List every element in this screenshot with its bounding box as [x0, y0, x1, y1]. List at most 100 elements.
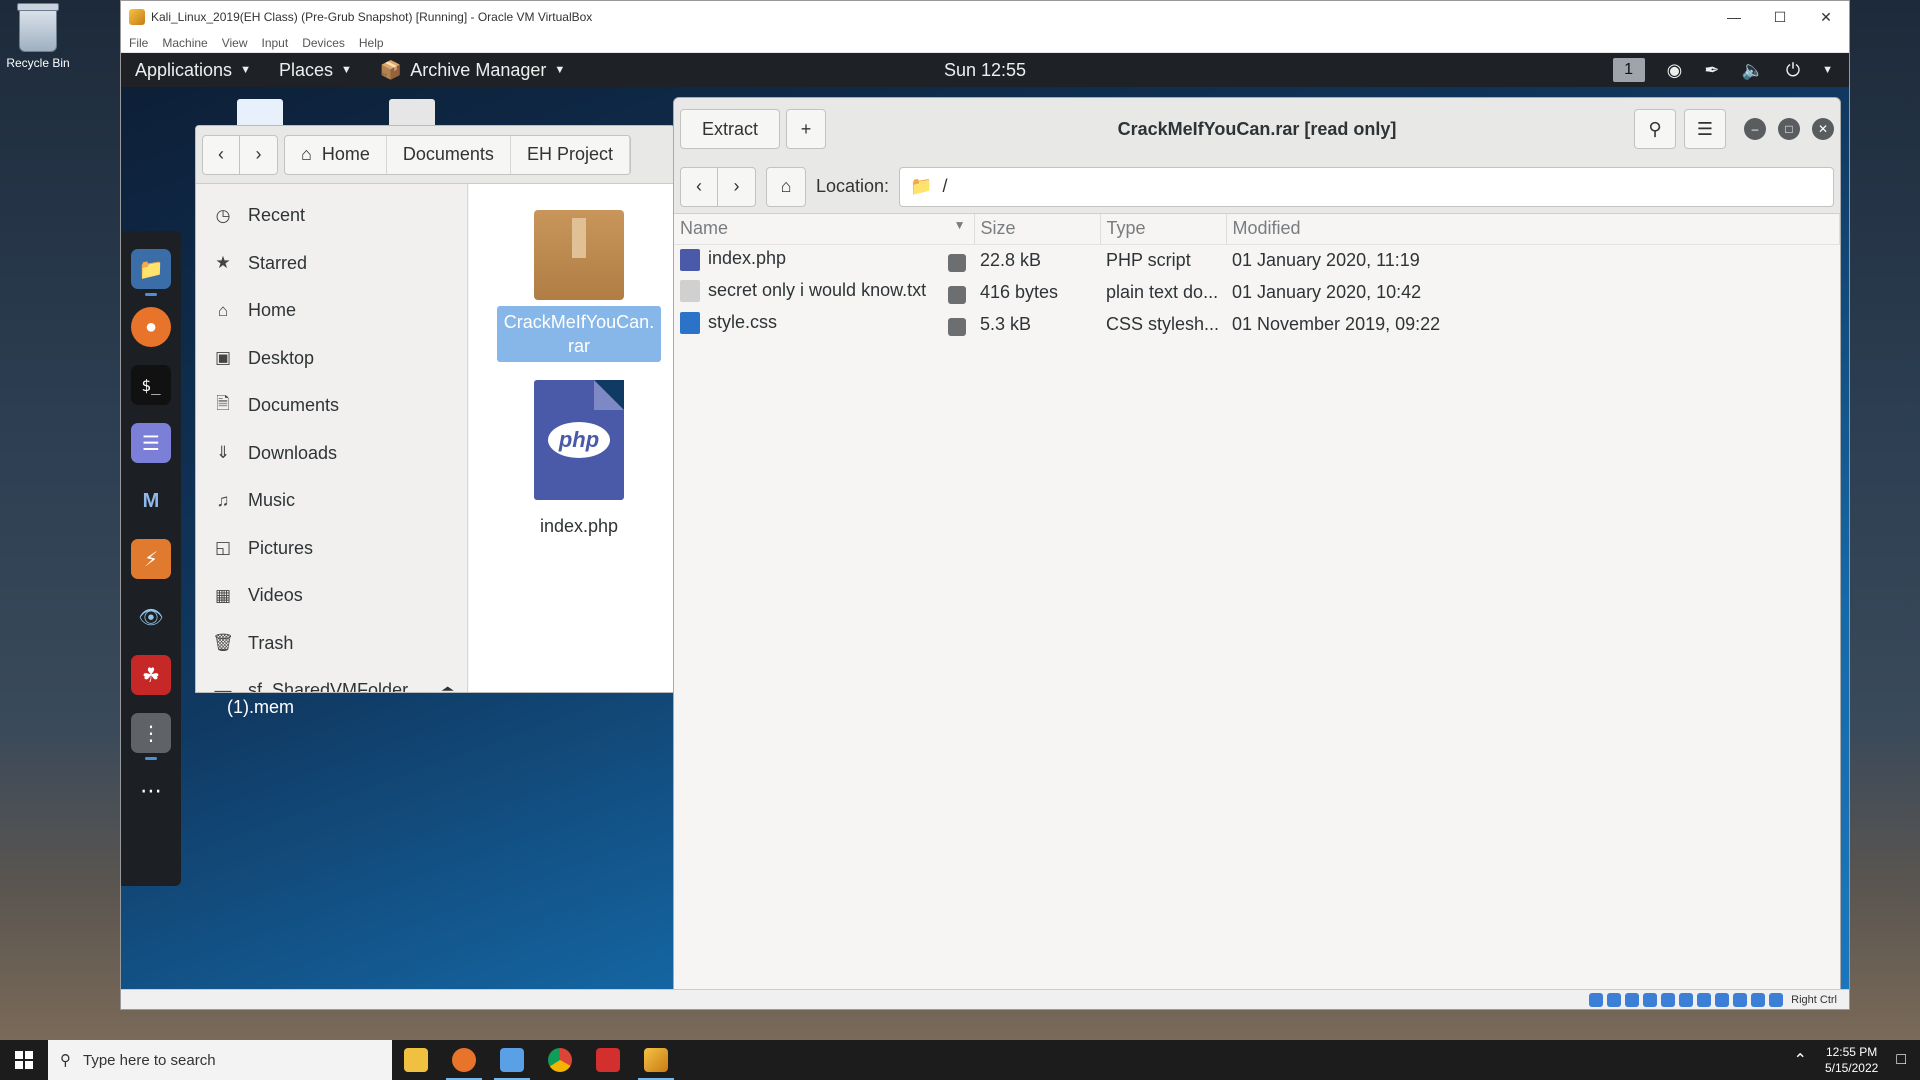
close-button[interactable]: ✕ — [1803, 1, 1849, 33]
sidebar-item-pictures[interactable]: ◱ Pictures — [196, 525, 467, 573]
recording-icon[interactable] — [1715, 992, 1730, 1007]
chevron-down-icon[interactable]: ▼ — [1822, 64, 1833, 76]
keyboard-icon[interactable] — [1769, 992, 1784, 1007]
network-icon[interactable] — [1643, 992, 1658, 1007]
people-icon[interactable]: ◉ — [1667, 60, 1683, 81]
menu-devices[interactable]: Devices — [302, 36, 345, 50]
sidebar-item-music[interactable]: ♫ Music — [196, 477, 467, 525]
forward-button[interactable]: › — [718, 166, 756, 207]
archive-manager-menu[interactable]: 📦 Archive Manager ▼ — [366, 60, 579, 81]
sidebar-item-label: Videos — [248, 585, 303, 606]
power-icon[interactable]: ⏻ — [1786, 60, 1800, 81]
breadcrumb-home[interactable]: ⌂ Home — [285, 135, 387, 174]
minimize-button[interactable]: – — [1744, 118, 1766, 140]
extract-button[interactable]: Extract — [680, 109, 780, 149]
desktop-mem-file-label[interactable]: (1).mem — [227, 697, 294, 718]
workspace-indicator[interactable]: 1 — [1612, 58, 1645, 82]
column-type[interactable]: Type — [1100, 214, 1227, 245]
maximize-button[interactable]: □ — [1778, 118, 1800, 140]
header-actions: ⚲ ☰ – □ ✕ — [1634, 109, 1834, 149]
gnome-clock[interactable]: Sun 12:55 — [944, 60, 1026, 81]
firefox-icon[interactable]: ● — [131, 307, 171, 347]
audio-icon[interactable] — [1625, 992, 1640, 1007]
table-row[interactable]: index.php 22.8 kB PHP script 01 January … — [674, 244, 1840, 276]
breadcrumb-label: Home — [321, 144, 370, 164]
sidebar-item-desktop[interactable]: ▣ Desktop — [196, 335, 467, 383]
forward-button[interactable]: › — [240, 134, 278, 175]
eye-icon[interactable]: 👁 — [131, 597, 171, 637]
sidebar-item-home[interactable]: ⌂ Home — [196, 287, 467, 335]
text-editor-icon[interactable]: ☰ — [131, 423, 171, 463]
menu-file[interactable]: File — [129, 36, 148, 50]
menu-machine[interactable]: Machine — [162, 36, 207, 50]
search-button[interactable]: ⚲ — [1634, 109, 1676, 149]
menu-view[interactable]: View — [222, 36, 248, 50]
brush-icon[interactable]: ✒ — [1704, 60, 1719, 81]
file-explorer-taskbar-button[interactable] — [392, 1040, 440, 1080]
sidebar-item-videos[interactable]: ▦ Videos — [196, 572, 467, 620]
sidebar-item-recent[interactable]: ◷ Recent — [196, 192, 467, 240]
sidebar-item-documents[interactable]: 🗎 Documents — [196, 382, 467, 430]
menu-help[interactable]: Help — [359, 36, 384, 50]
virtualbox-taskbar-button[interactable] — [632, 1040, 680, 1080]
metasploit-icon[interactable]: M — [131, 481, 171, 521]
file-label: CrackMeIfYouCan. rar — [497, 306, 661, 362]
back-button[interactable]: ‹ — [202, 134, 240, 175]
chevron-up-icon[interactable]: ⌃ — [1794, 1050, 1807, 1070]
column-modified[interactable]: Modified — [1226, 214, 1840, 245]
cpu-icon[interactable] — [1733, 992, 1748, 1007]
terminal-icon[interactable]: $_ — [131, 365, 171, 405]
column-name[interactable]: Name ▼ — [674, 214, 975, 245]
file-crackme-rar[interactable]: CrackMeIfYouCan. rar — [497, 210, 661, 362]
back-button[interactable]: ‹ — [680, 166, 718, 207]
eject-icon[interactable]: ⏏ — [440, 681, 455, 692]
shared-folder-icon[interactable] — [1679, 992, 1694, 1007]
add-files-button[interactable]: + — [786, 109, 826, 149]
taskbar-search[interactable]: ⚲ Type here to search — [48, 1040, 392, 1080]
column-size[interactable]: Size — [974, 214, 1101, 245]
hdd-icon[interactable] — [1589, 992, 1604, 1007]
usb-icon[interactable] — [1661, 992, 1676, 1007]
recycle-bin[interactable]: Recycle Bin — [4, 3, 72, 70]
table-row[interactable]: style.css 5.3 kB CSS stylesh... 01 Novem… — [674, 308, 1840, 340]
volume-icon[interactable]: 🔈 — [1741, 60, 1763, 81]
places-menu[interactable]: Places ▼ — [265, 60, 366, 81]
cherrytree-icon[interactable]: ☘ — [131, 655, 171, 695]
close-button[interactable]: ✕ — [1812, 118, 1834, 140]
breadcrumb-documents[interactable]: Documents — [387, 135, 511, 174]
menu-input[interactable]: Input — [262, 36, 289, 50]
menu-button[interactable]: ☰ — [1684, 109, 1726, 149]
location-field[interactable]: 📁 / — [899, 166, 1834, 207]
row-type: CSS stylesh... — [1106, 313, 1220, 334]
pictures-icon: ◱ — [214, 538, 232, 558]
chrome-icon — [548, 1048, 572, 1072]
file-index-php[interactable]: php index.php — [497, 380, 661, 542]
sidebar-item-label: Music — [248, 490, 296, 511]
sidebar-item-trash[interactable]: 🗑 Trash — [196, 620, 467, 668]
firefox-taskbar-button[interactable] — [440, 1040, 488, 1080]
breadcrumb-eh-project[interactable]: EH Project — [511, 135, 630, 174]
sidebar-item-downloads[interactable]: ⇓ Downloads — [196, 430, 467, 478]
notepad-taskbar-button[interactable] — [488, 1040, 536, 1080]
home-button[interactable]: ⌂ — [766, 166, 806, 207]
notifications-icon[interactable]: □ — [1896, 1051, 1906, 1069]
applications-menu[interactable]: Applications ▼ — [121, 60, 265, 81]
minimize-button[interactable]: — — [1711, 1, 1757, 33]
taskbar-clock[interactable]: 12:55 PM 5/15/2022 — [1825, 1044, 1878, 1076]
archive-manager-app-icon: 📦 — [379, 59, 403, 80]
table-row[interactable]: secret only i would know.txt 416 bytes p… — [674, 276, 1840, 308]
optical-drive-icon[interactable] — [1607, 992, 1622, 1007]
burpsuite-icon[interactable]: ⚡ — [131, 539, 171, 579]
vbox-menubar: File Machine View Input Devices Help — [121, 33, 1849, 53]
more-options-icon[interactable]: ⋮ — [131, 713, 171, 760]
sidebar-item-starred[interactable]: ★ Starred — [196, 240, 467, 288]
acrobat-taskbar-button[interactable] — [584, 1040, 632, 1080]
chrome-taskbar-button[interactable] — [536, 1040, 584, 1080]
files-app-icon[interactable]: 📁 — [131, 249, 171, 296]
display-icon[interactable] — [1697, 992, 1712, 1007]
maximize-button[interactable]: ☐ — [1757, 1, 1803, 33]
show-apps-icon[interactable]: ⋯ — [131, 771, 171, 811]
sidebar-item-shared-folder[interactable]: ▬ sf_SharedVMFolder ⏏ — [196, 667, 467, 692]
start-button[interactable] — [0, 1040, 48, 1080]
mouse-integration-icon[interactable] — [1751, 992, 1766, 1007]
